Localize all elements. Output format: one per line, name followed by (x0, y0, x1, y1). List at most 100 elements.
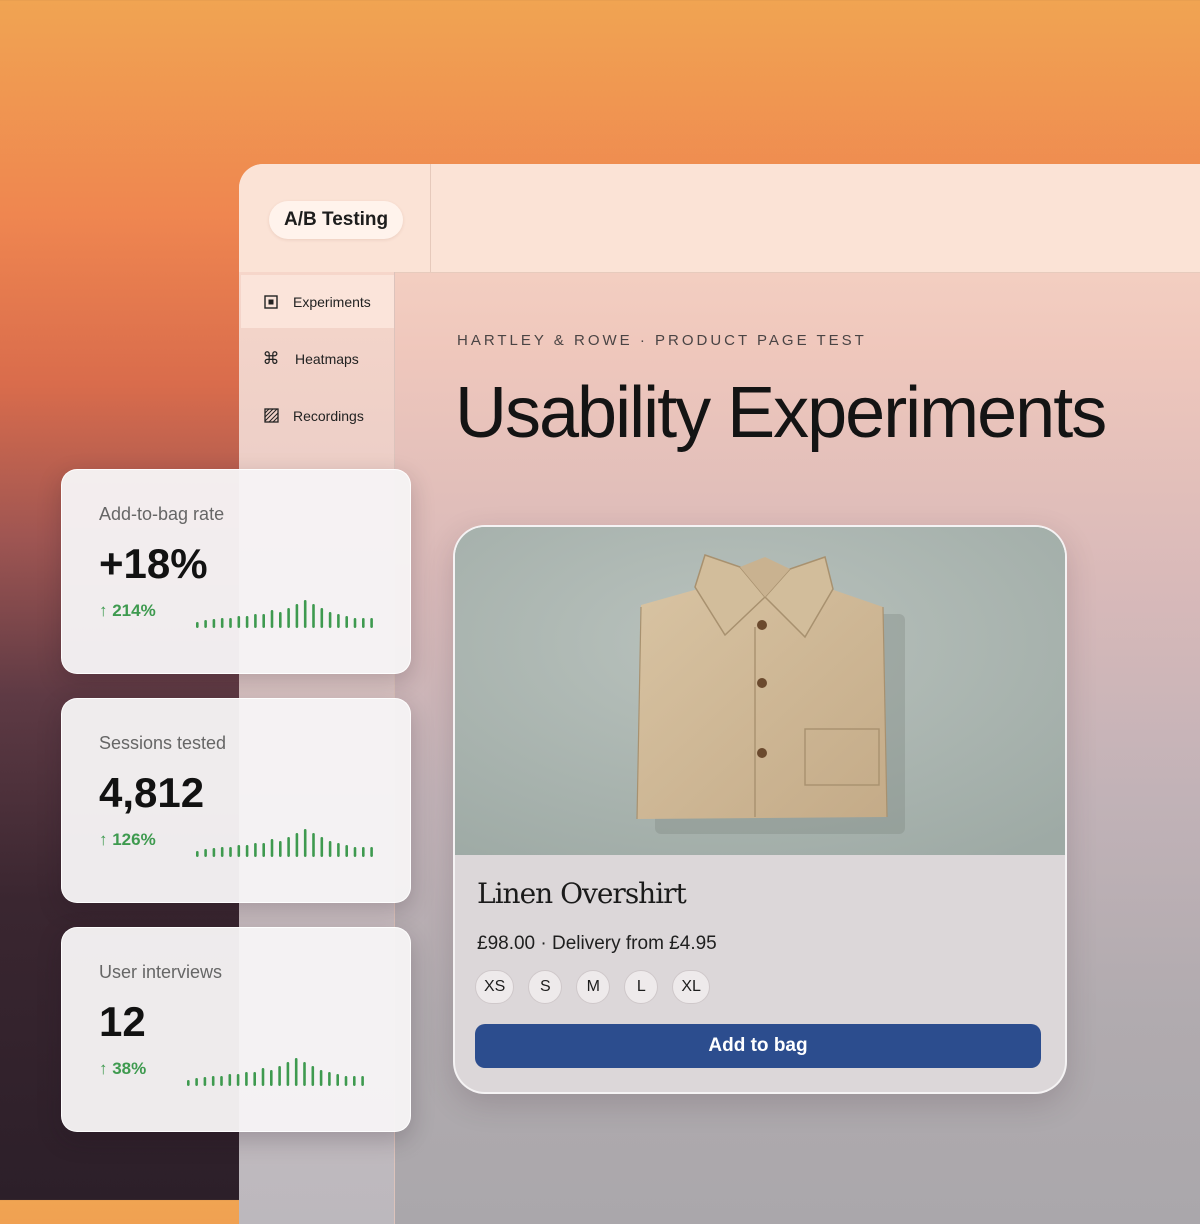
sparkline-bar (353, 1076, 356, 1086)
top-bar: A/B Testing (239, 164, 1200, 273)
sidebar-item-recordings[interactable]: Recordings (241, 389, 394, 442)
sparkline-bar (196, 622, 199, 628)
sparkline-bar (229, 618, 232, 628)
sparkline (187, 1058, 364, 1086)
sparkline-bar (320, 837, 324, 857)
sidebar-item-label: Experiments (293, 293, 371, 310)
sparkline-bar (262, 843, 265, 857)
sparkline-bar (303, 829, 307, 857)
sidebar-item-experiments[interactable]: Experiments (241, 275, 394, 328)
stat-label: Add-to-bag rate (99, 504, 225, 524)
sparkline-bar (362, 618, 365, 628)
product-price: £98.00 · Delivery from £4.95 (477, 933, 717, 954)
sparkline-bar (236, 1074, 240, 1086)
sparkline-bar (303, 600, 307, 628)
sparkline-bar (328, 612, 332, 628)
sparkline-bar (311, 1066, 315, 1086)
page-eyebrow: HARTLEY & ROWE · PRODUCT PAGE TEST (457, 332, 867, 349)
product-name: Linen Overshirt (477, 877, 687, 910)
app-title-pill[interactable]: A/B Testing (269, 201, 404, 239)
sparkline-bar (278, 1066, 281, 1086)
add-to-bag-button[interactable]: Add to bag (475, 1024, 1041, 1068)
sparkline-bar (261, 1068, 265, 1086)
sparkline-bar (220, 1076, 223, 1086)
sparkline-bar (228, 1074, 232, 1086)
size-option-m[interactable]: M (576, 970, 611, 1004)
sparkline-bar (237, 845, 241, 857)
command-icon: ⌘ (262, 348, 280, 368)
size-option-s[interactable]: S (528, 970, 563, 1004)
sparkline-bar (196, 851, 199, 857)
sparkline-bar (220, 847, 224, 857)
sidebar-item-heatmaps[interactable]: ⌘ Heatmaps (241, 332, 394, 385)
stat-card-interviews: User interviews 12 ↑ 38% (61, 927, 411, 1132)
sparkline-bar (287, 837, 290, 857)
sparkline-bar (270, 1070, 273, 1086)
sparkline-bar (337, 614, 340, 628)
sparkline-bar (245, 845, 249, 857)
sparkline-bar (203, 1077, 207, 1086)
sparkline-bar (295, 833, 299, 857)
sparkline-bar (262, 614, 265, 628)
square-dot-icon (263, 294, 279, 310)
sidebar-item-label: Heatmaps (295, 350, 359, 367)
sparkline-bar (345, 845, 348, 857)
sparkline-bar (294, 1058, 298, 1086)
sparkline-bar (253, 1072, 256, 1086)
stat-delta: ↑ 214% (99, 601, 156, 620)
sparkline-bar (353, 618, 357, 628)
sparkline-bar (279, 612, 282, 628)
sparkline-bar (362, 847, 365, 857)
sparkline-bar (353, 847, 357, 857)
sparkline-bar (370, 847, 373, 857)
size-selector: XS S M L XL (475, 970, 710, 1004)
sparkline-bar (286, 1062, 290, 1086)
stat-label: User interviews (99, 962, 223, 982)
sparkline-bar (270, 610, 274, 628)
sparkline-bar (295, 604, 299, 628)
sparkline-bar (254, 843, 257, 857)
sparkline-bar (229, 847, 232, 857)
size-option-xs[interactable]: XS (475, 970, 515, 1004)
size-option-l[interactable]: L (624, 970, 659, 1004)
sparkline-bar (211, 1076, 215, 1086)
stat-value: +18% (99, 540, 208, 587)
sparkline-bar (345, 616, 348, 628)
sparkline-bar (204, 620, 207, 628)
sparkline-bar (187, 1080, 190, 1086)
sparkline-bar (195, 1078, 198, 1086)
stat-label: Sessions tested (99, 733, 227, 753)
stat-value: 12 (99, 998, 146, 1045)
sparkline-bar (303, 1062, 306, 1086)
stat-card-sessions: Sessions tested 4,812 ↑ 126% (61, 698, 411, 903)
sparkline-bar (336, 1074, 339, 1086)
sparkline-bar (245, 1072, 248, 1086)
sparkline-bar (344, 1076, 348, 1086)
sparkline-bar (337, 843, 340, 857)
stat-card-add-to-bag: Add-to-bag rate +18% ↑ 214% (61, 469, 411, 674)
sparkline-bar (254, 614, 257, 628)
sparkline-bar (245, 616, 249, 628)
sparkline-bar (220, 618, 224, 628)
sparkline-bar (287, 608, 290, 628)
hatched-square-icon (263, 408, 279, 424)
sparkline-bar (212, 848, 216, 857)
sparkline-bar (361, 1076, 364, 1086)
size-option-xl[interactable]: XL (672, 970, 710, 1004)
sparkline (196, 600, 373, 628)
sparkline-bar (237, 616, 241, 628)
sparkline (196, 829, 373, 857)
sidebar-item-label: Recordings (293, 407, 364, 424)
sparkline-bar (328, 841, 332, 857)
sparkline-bar (279, 841, 282, 857)
page-title: Usability Experiments (455, 373, 1107, 453)
sparkline-bar (370, 618, 373, 628)
sparkline-bar (312, 604, 315, 628)
topbar-divider (430, 164, 431, 272)
sparkline-bar (328, 1072, 331, 1086)
sparkline-bar (312, 833, 315, 857)
stat-delta: ↑ 38% (99, 1059, 147, 1078)
sparkline-bar (319, 1070, 323, 1086)
product-card: Linen Overshirt £98.00 · Delivery from £… (453, 525, 1067, 1094)
stat-value: 4,812 (99, 769, 205, 816)
